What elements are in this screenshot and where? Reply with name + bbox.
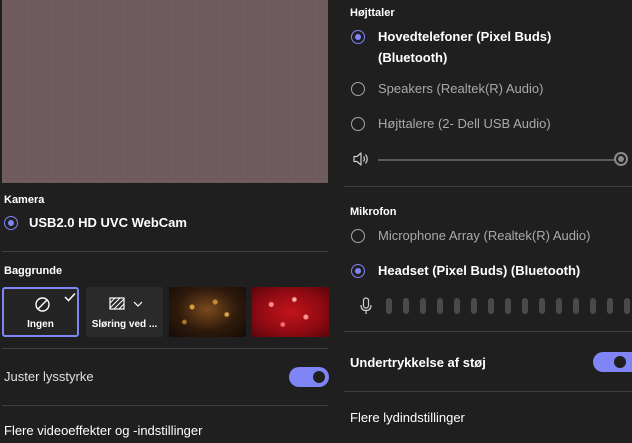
speaker-radio-dell[interactable] xyxy=(351,117,365,131)
camera-radio[interactable] xyxy=(4,216,18,230)
divider xyxy=(344,186,632,187)
speaker-section-label: Højttaler xyxy=(350,7,395,19)
microphone-section-label: Mikrofon xyxy=(350,206,397,218)
microphone-option-realtek[interactable]: Microphone Array (Realtek(R) Audio) xyxy=(378,225,590,246)
background-none-label: Ingen xyxy=(27,319,54,330)
no-background-icon xyxy=(35,297,50,312)
blur-icon xyxy=(109,297,125,310)
speaker-volume-slider-thumb[interactable] xyxy=(614,152,628,166)
speaker-radio-pixel-buds[interactable] xyxy=(351,30,365,44)
speaker-option-pixel-buds[interactable]: Hovedtelefoner (Pixel Buds) (Bluetooth) xyxy=(378,26,551,68)
camera-device-label[interactable]: USB2.0 HD UVC WebCam xyxy=(29,212,187,233)
microphone-level-meter xyxy=(386,298,632,314)
backgrounds-section-label: Baggrunde xyxy=(4,265,63,277)
microphone-radio-realtek[interactable] xyxy=(351,229,365,243)
speaker-option-realtek[interactable]: Speakers (Realtek(R) Audio) xyxy=(378,78,543,99)
more-audio-settings-link[interactable]: Flere lydindstillinger xyxy=(350,410,465,425)
more-video-settings-link[interactable]: Flere videoeffekter og -indstillinger xyxy=(4,423,202,438)
adjust-brightness-toggle[interactable] xyxy=(289,367,329,387)
camera-section-label: Kamera xyxy=(4,194,45,206)
speaker-option-dell[interactable]: Højttalere (2- Dell USB Audio) xyxy=(378,113,551,134)
background-gold-bokeh-tile[interactable] xyxy=(169,287,246,337)
microphone-option-pixel-buds[interactable]: Headset (Pixel Buds) (Bluetooth) xyxy=(378,260,580,281)
chevron-down-icon[interactable] xyxy=(133,301,143,307)
speaker-radio-realtek[interactable] xyxy=(351,82,365,96)
divider xyxy=(2,405,328,406)
divider xyxy=(2,251,328,252)
noise-suppression-toggle[interactable] xyxy=(593,352,632,372)
camera-preview xyxy=(2,0,328,183)
adjust-brightness-label: Juster lysstyrke xyxy=(4,369,94,384)
speaker-volume-slider[interactable] xyxy=(378,159,618,161)
microphone-icon xyxy=(360,297,372,314)
divider xyxy=(344,391,632,392)
background-none-tile[interactable]: Ingen xyxy=(2,287,79,337)
background-blur-tile[interactable]: Sløring ved ... xyxy=(86,287,163,337)
divider xyxy=(2,348,328,349)
microphone-radio-pixel-buds[interactable] xyxy=(351,264,365,278)
noise-suppression-label: Undertrykkelse af støj xyxy=(350,355,486,370)
background-red-bokeh-tile[interactable] xyxy=(252,287,329,337)
checkmark-icon xyxy=(64,292,76,302)
background-blur-label: Sløring ved ... xyxy=(91,319,158,330)
speaker-volume-icon xyxy=(353,152,368,166)
divider xyxy=(344,331,632,332)
